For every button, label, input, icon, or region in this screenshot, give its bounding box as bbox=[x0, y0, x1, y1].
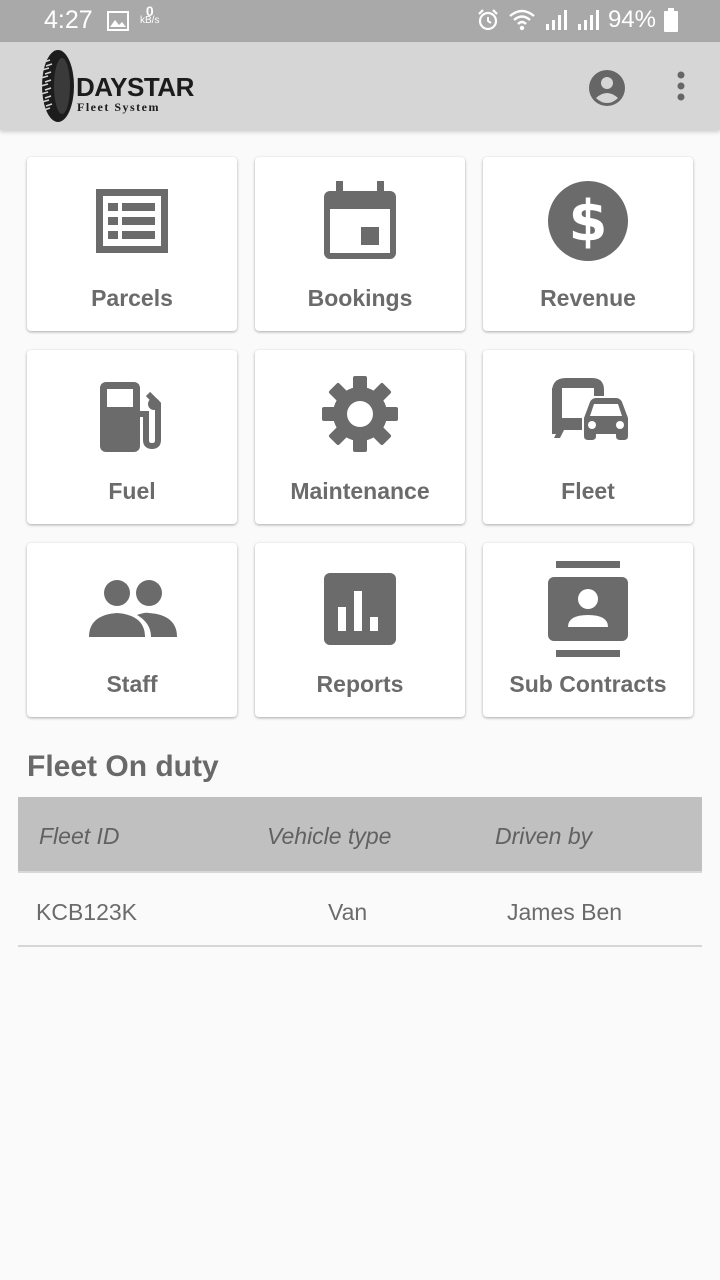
column-header-fleet-id[interactable]: Fleet ID bbox=[39, 823, 120, 850]
list-icon bbox=[96, 189, 168, 253]
logo-title: DAYSTAR bbox=[76, 72, 194, 102]
tile-label: Bookings bbox=[307, 285, 413, 311]
battery-icon bbox=[664, 8, 678, 32]
dollar-icon: $ bbox=[548, 181, 628, 261]
tile-reports[interactable]: Reports bbox=[255, 543, 465, 717]
tile-label: Parcels bbox=[91, 285, 173, 311]
svg-text:$: $ bbox=[569, 189, 608, 254]
column-header-driven-by[interactable]: Driven by bbox=[495, 823, 592, 850]
status-right: 94% bbox=[476, 6, 678, 34]
contacts-icon bbox=[548, 561, 628, 657]
tile-label: Fuel bbox=[108, 478, 156, 504]
tile-label: Sub Contracts bbox=[509, 671, 667, 697]
status-time: 4:27 bbox=[44, 6, 93, 34]
status-bar: 4:27 0 kB/s 94% bbox=[0, 0, 720, 42]
tile-staff[interactable]: Staff bbox=[27, 543, 237, 717]
tile-label: Revenue bbox=[540, 285, 636, 311]
bar-chart-icon bbox=[324, 573, 396, 645]
daystar-logo[interactable]: DAYSTAR Fleet System bbox=[36, 48, 196, 124]
people-icon bbox=[89, 580, 177, 637]
tile-parcels[interactable]: Parcels bbox=[27, 157, 237, 331]
tile-sub-contracts[interactable]: Sub Contracts bbox=[483, 543, 693, 717]
cell-fleet-id: KCB123K bbox=[36, 899, 138, 925]
tire-icon bbox=[40, 50, 74, 122]
cell-vehicle-type: Van bbox=[328, 899, 368, 925]
signal-icon bbox=[545, 10, 567, 30]
table-header: Fleet ID Vehicle type Driven by bbox=[18, 797, 702, 873]
vehicles-icon bbox=[552, 378, 628, 440]
tile-label: Reports bbox=[316, 671, 404, 697]
alarm-icon bbox=[478, 9, 498, 31]
calendar-icon bbox=[324, 181, 396, 259]
logo-subtitle: Fleet System bbox=[77, 100, 160, 114]
section-title-fleet-on-duty: Fleet On duty bbox=[27, 750, 219, 783]
tile-revenue[interactable]: $ Revenue bbox=[483, 157, 693, 331]
gear-icon bbox=[322, 376, 398, 452]
fuel-pump-icon bbox=[100, 382, 161, 452]
data-rate: 0 kB/s bbox=[140, 3, 160, 26]
tile-label: Fleet bbox=[561, 478, 615, 504]
tile-fleet[interactable]: Fleet bbox=[483, 350, 693, 524]
cell-driven-by: James Ben bbox=[507, 899, 623, 925]
tile-label: Maintenance bbox=[290, 478, 430, 504]
tile-maintenance[interactable]: Maintenance bbox=[255, 350, 465, 524]
image-notification-icon bbox=[107, 11, 129, 31]
table-row[interactable]: KCB123K Van James Ben bbox=[18, 875, 702, 947]
signal-icon-2 bbox=[577, 10, 599, 30]
column-header-vehicle-type[interactable]: Vehicle type bbox=[267, 823, 391, 850]
more-vert-icon[interactable] bbox=[670, 68, 692, 108]
tile-bookings[interactable]: Bookings bbox=[255, 157, 465, 331]
tile-fuel[interactable]: Fuel bbox=[27, 350, 237, 524]
app-bar: DAYSTAR Fleet System bbox=[0, 42, 720, 130]
wifi-icon bbox=[509, 9, 535, 31]
account-circle-icon[interactable] bbox=[587, 68, 627, 108]
tile-label: Staff bbox=[106, 671, 158, 697]
battery-percent: 94% bbox=[607, 6, 656, 33]
